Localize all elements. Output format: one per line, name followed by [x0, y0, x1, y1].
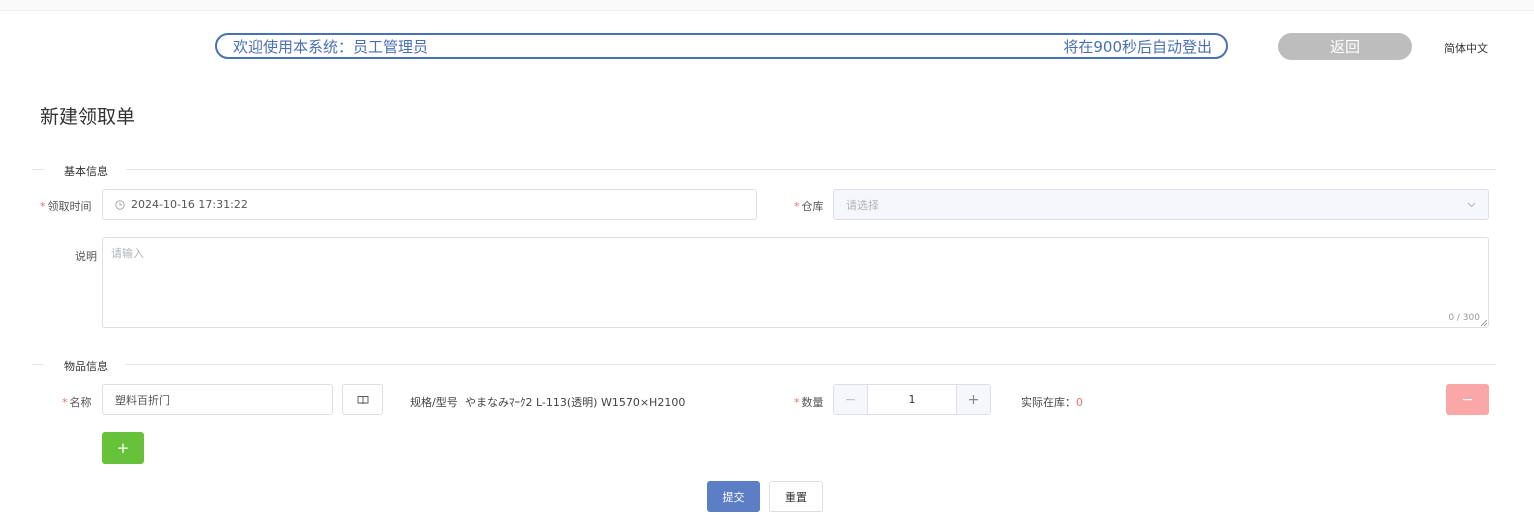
- item-divider-right: [126, 364, 1496, 365]
- warehouse-label: * 仓库: [794, 200, 824, 213]
- browse-items-button[interactable]: [342, 384, 383, 415]
- name-label: * 名称: [62, 396, 92, 409]
- add-item-button[interactable]: +: [102, 432, 144, 464]
- page-title: 新建领取单: [40, 106, 136, 128]
- note-textarea[interactable]: 请输入 0 / 300: [102, 237, 1489, 328]
- quantity-value[interactable]: 1: [868, 393, 956, 406]
- back-button[interactable]: 返回: [1278, 33, 1412, 60]
- language-selector[interactable]: 简体中文: [1444, 40, 1488, 56]
- item-section-title: 物品信息: [64, 360, 108, 373]
- item-divider-left: [32, 364, 44, 365]
- note-label: 说明: [75, 250, 97, 263]
- chevron-down-icon: [1467, 202, 1476, 207]
- stock-value: 0: [1076, 396, 1083, 409]
- note-char-counter: 0 / 300: [1448, 313, 1480, 323]
- quantity-decrease-button[interactable]: −: [834, 385, 868, 414]
- stock-info: 实际在库：0: [1021, 394, 1083, 410]
- name-input[interactable]: 塑料百折门: [102, 384, 333, 415]
- submit-button[interactable]: 提交: [707, 481, 760, 512]
- remove-item-button[interactable]: −: [1446, 384, 1489, 415]
- clock-icon: [115, 199, 125, 210]
- welcome-banner: 欢迎使用本系统：员工管理员 将在900秒后自动登出: [215, 33, 1228, 59]
- time-value: 2024-10-16 17:31:22: [131, 198, 248, 211]
- warehouse-placeholder: 请选择: [846, 198, 879, 212]
- note-placeholder: 请输入: [111, 247, 144, 260]
- book-icon: [357, 395, 368, 404]
- warehouse-select[interactable]: 请选择: [833, 189, 1489, 220]
- auto-logout-text: 将在900秒后自动登出: [1063, 37, 1212, 56]
- quantity-stepper[interactable]: − 1 +: [833, 384, 991, 415]
- quantity-increase-button[interactable]: +: [956, 385, 990, 414]
- reset-button[interactable]: 重置: [769, 481, 823, 512]
- welcome-text: 欢迎使用本系统：员工管理员: [233, 37, 429, 56]
- spec-label: 规格/型号: [410, 396, 458, 409]
- basic-section-title: 基本信息: [64, 165, 108, 178]
- stock-label: 实际在库：: [1021, 396, 1076, 409]
- resize-handle-icon[interactable]: [1481, 320, 1487, 326]
- time-label: * 领取时间: [40, 200, 92, 213]
- section-divider-right: [126, 169, 1496, 170]
- spec-value: やまなみﾏｰｸ2 L-113(透明) W1570×H2100: [465, 396, 686, 409]
- quantity-label: * 数量: [794, 396, 824, 409]
- section-divider-left: [32, 169, 44, 170]
- top-strip: [0, 0, 1534, 11]
- time-picker[interactable]: 2024-10-16 17:31:22: [102, 189, 757, 220]
- name-value: 塑料百折门: [115, 393, 170, 407]
